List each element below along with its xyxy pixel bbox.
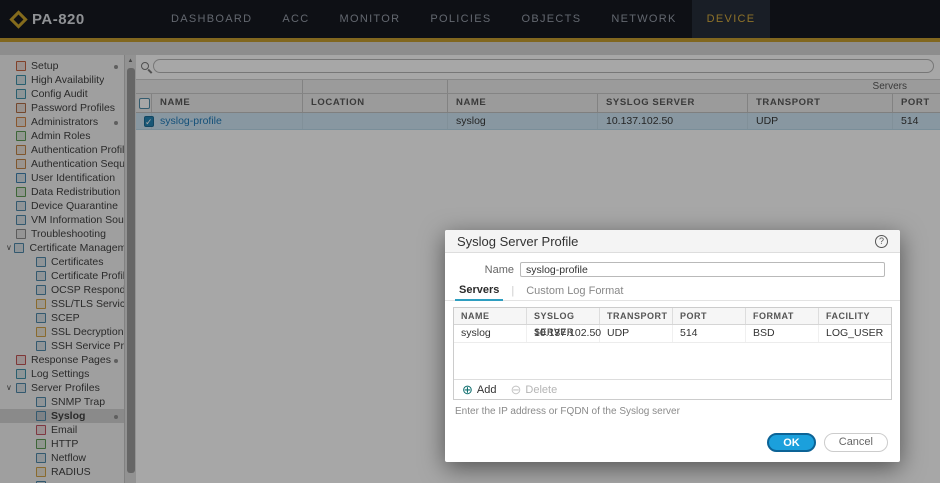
server-cell: LOG_USER xyxy=(826,327,884,339)
dlg-col-syslog-server[interactable]: SYSLOG SERVER xyxy=(527,308,600,337)
server-cell: 514 xyxy=(673,325,746,342)
dlg-col-facility[interactable]: FACILITY xyxy=(819,308,891,324)
name-input[interactable] xyxy=(520,262,885,277)
name-field-row: Name xyxy=(445,262,900,277)
server-cell: 10.137.102.50 xyxy=(527,325,601,342)
servers-table-body: syslog 10.137.102.50 UDP 514 BSD LOG_USER xyxy=(454,325,891,343)
server-cell: syslog xyxy=(454,325,527,342)
servers-table-footer: ⊕ Add ⊖ Delete xyxy=(454,379,891,399)
dlg-col-transport[interactable]: TRANSPORT xyxy=(600,308,673,324)
server-cell: UDP xyxy=(600,325,673,342)
delete-circle-icon: ⊖ xyxy=(510,382,522,397)
add-circle-icon: ⊕ xyxy=(462,382,473,397)
add-button[interactable]: ⊕ Add xyxy=(462,383,496,396)
delete-button[interactable]: ⊖ Delete xyxy=(510,383,557,396)
server-row[interactable]: syslog 10.137.102.50 UDP 514 BSD LOG_USER xyxy=(454,325,891,343)
cancel-button[interactable]: Cancel xyxy=(823,433,888,452)
dialog-actions: OK Cancel xyxy=(767,433,888,452)
servers-table: NAME SYSLOG SERVER TRANSPORT PORT FORMAT… xyxy=(453,307,892,400)
dialog-title-bar: Syslog Server Profile ? xyxy=(445,230,900,253)
syslog-server-profile-dialog: Syslog Server Profile ? Name Servers | C… xyxy=(445,230,900,462)
dlg-col-format[interactable]: FORMAT xyxy=(746,308,819,324)
ok-button[interactable]: OK xyxy=(767,433,816,452)
add-button-label: Add xyxy=(476,383,497,396)
dialog-tabs: Servers | Custom Log Format xyxy=(445,284,900,301)
tab-separator: | xyxy=(511,285,515,297)
help-icon[interactable]: ? xyxy=(875,234,888,248)
server-cell: BSD xyxy=(746,325,819,342)
dlg-col-port[interactable]: PORT xyxy=(673,308,746,324)
dlg-col-name[interactable]: NAME xyxy=(454,308,527,324)
name-field-label: Name xyxy=(484,263,514,276)
tab-servers[interactable]: Servers xyxy=(455,284,504,301)
servers-table-header: NAME SYSLOG SERVER TRANSPORT PORT FORMAT… xyxy=(454,308,891,337)
delete-button-label: Delete xyxy=(525,383,558,396)
tab-custom-log-format[interactable]: Custom Log Format xyxy=(522,285,627,300)
dialog-hint-text: Enter the IP address or FQDN of the Sysl… xyxy=(455,406,680,417)
dialog-title: Syslog Server Profile xyxy=(457,233,579,249)
